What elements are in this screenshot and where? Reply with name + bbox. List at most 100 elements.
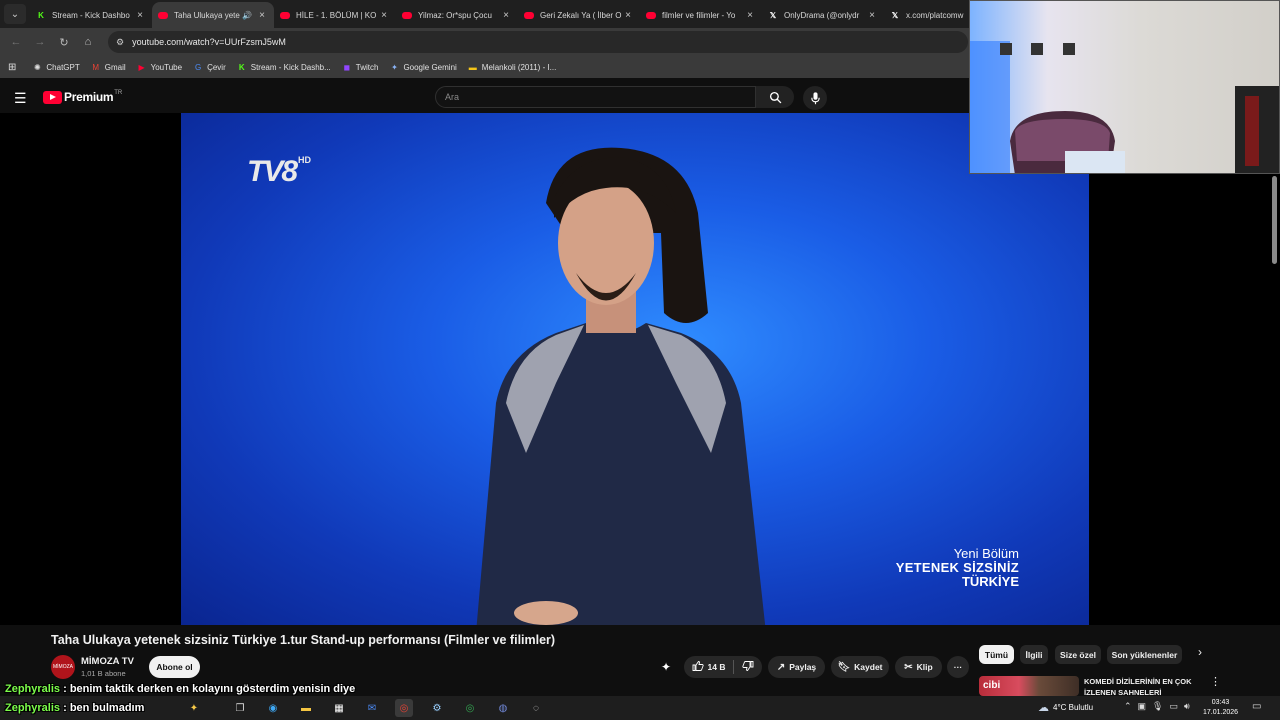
taskbar: ⊞ ✦ ❐ ◉ ▬ ▦ ✉ ◎ ⚙ ◎ ◍ ◌ ☁ 4°C Bulutlu ⌃▣… [0,696,1280,720]
reload-icon[interactable]: ↻ [52,36,76,49]
chatgpt-icon: ✺ [34,62,41,72]
close-icon[interactable]: × [134,10,146,21]
bookmark-gmail[interactable]: M Gmail [91,62,125,72]
tab[interactable]: K Stream - Kick Dashbo × [30,2,152,28]
performer-figure [476,147,766,625]
close-icon[interactable]: × [378,10,390,21]
voice-search-button[interactable] [803,86,827,110]
tab-search-icon[interactable]: ⌄ [4,4,26,24]
share-icon: ↗ [776,661,786,673]
x-icon: 𝕏 [769,10,777,20]
chrome-profile-icon[interactable]: ◎ [461,699,479,717]
video-player[interactable]: TV8 HD Yeni Bölüm YETENEK SİZSİNİZ TÜRKİY… [0,113,1280,625]
subscribe-button[interactable]: Abone ol [149,656,200,678]
search-button[interactable] [756,86,794,108]
close-icon[interactable]: × [744,10,756,21]
site-info-icon[interactable]: ⚙ [116,37,124,48]
show-caption: Yeni Bölüm YETENEK SİZSİNİZ TÜRKİYE [895,546,1019,589]
chip-related[interactable]: İlgili [1020,645,1048,664]
scissors-icon: ✂ [904,661,913,673]
search-input[interactable]: Ara [435,86,756,108]
chrome-icon[interactable]: ◎ [395,699,413,717]
bookmark-translate[interactable]: G Çevir [193,63,226,72]
forward-icon[interactable]: → [28,36,52,48]
share-button[interactable]: ↗ Paylaş [768,656,825,678]
twitch-icon: ◼ [343,62,351,72]
bookmark-chatgpt[interactable]: ✺ ChatGPT [32,62,80,72]
kebab-menu-icon[interactable]: ⋮ [1210,675,1221,688]
youtube-icon [402,10,412,20]
chip-for-you[interactable]: Size özel [1055,645,1101,664]
video-frame[interactable]: TV8 HD Yeni Bölüm YETENEK SİZSİNİZ TÜRKİY… [181,113,1089,625]
chip-all[interactable]: Tümü [979,645,1014,664]
dislike-icon[interactable] [742,660,754,674]
file-explorer-icon[interactable]: ▬ [297,699,315,717]
obs-icon[interactable]: ◌ [527,699,545,717]
more-icon: ··· [953,662,963,672]
kick-icon: K [238,62,245,72]
kick-icon: K [38,10,44,20]
close-icon[interactable]: × [256,10,268,21]
recommendation-title[interactable]: KOMEDİ DİZİLERİNİN EN ÇOK İZLENEN SAHNEL… [1084,676,1204,696]
gemini-icon: ✦ [391,62,398,72]
close-icon[interactable]: × [866,10,878,21]
tab[interactable]: Yilmaz: Or*spu Çocu × [396,2,518,28]
subscriber-count: 1,01 B abone [81,669,126,678]
chat-message: Zephyralis : ben bulmadım [5,702,145,714]
youtube-icon [158,10,168,20]
youtube-icon [43,90,62,104]
chat-message: Zephyralis : benim taktik derken en kola… [5,683,356,695]
weather-widget[interactable]: ☁ 4°C Bulutlu [1038,701,1093,714]
tab-active[interactable]: Taha Ulukaya yete 🔊 × [152,2,274,28]
bookmark-youtube[interactable]: ▶ YouTube [137,62,183,72]
url-input[interactable]: ⚙ youtube.com/watch?v=UUrFzsmJ5wM [108,31,968,53]
youtube-icon: ▶ [138,62,145,72]
back-icon[interactable]: ← [4,36,28,48]
tab[interactable]: Geri Zekalı Ya ( İlber O × [518,2,640,28]
divider [733,660,735,674]
like-icon[interactable] [692,660,704,675]
close-icon[interactable]: × [500,10,512,21]
youtube-logo[interactable]: Premium TR [43,90,122,104]
edge-icon[interactable]: ◉ [264,699,282,717]
recommendation-thumbnail[interactable]: cibi [979,676,1079,696]
store-icon[interactable]: ▦ [330,699,348,717]
clip-button[interactable]: ✂ Klip [895,656,942,678]
bookmark-imdb[interactable]: ▬ Melankoli (2011) - I... [468,63,557,72]
tab[interactable]: HİLE - 1. BÖLÜM | KO × [274,2,396,28]
webcam-overlay [969,0,1280,174]
discord-icon[interactable]: ◍ [494,699,512,717]
webcam-scene [970,41,1279,173]
search-icon [769,91,781,103]
save-button[interactable]: 🔖︎ Kaydet [831,656,889,678]
clock[interactable]: 03:43 17.01.2026 [1203,698,1238,718]
translate-icon: G [194,62,202,72]
system-tray-icons[interactable]: ⌃▣🎙︎▭🔊︎ [1124,701,1196,712]
gmail-icon: M [92,62,100,72]
notification-icon[interactable]: ▭ [1252,701,1261,712]
chevron-right-icon[interactable]: › [1198,645,1202,659]
tab[interactable]: filmler ve filimler - Yo × [640,2,762,28]
more-actions-button[interactable]: ··· [947,656,969,678]
tab[interactable]: 𝕏 OnlyDrama (@onlydr × [762,2,884,28]
bookmark-kick[interactable]: K Stream - Kick Dashb... [237,63,331,72]
steam-icon[interactable]: ⚙ [428,699,446,717]
task-view-icon[interactable]: ❐ [231,699,249,717]
scrollbar-thumb[interactable] [1272,176,1277,264]
close-icon[interactable]: × [622,10,634,21]
copilot-icon[interactable]: ✦ [185,699,203,717]
bookmark-gemini[interactable]: ✦ Google Gemini [389,62,457,72]
channel-name[interactable]: MİMOZA TV [81,656,134,667]
imdb-icon: ▬ [468,62,477,72]
like-dislike-group: 14 B [684,656,762,678]
channel-avatar[interactable]: MİMOZA [51,655,75,679]
bookmark-twitch[interactable]: ◼ Twitch [342,62,378,72]
gem-icon[interactable]: ✦ [661,660,671,674]
apps-icon[interactable]: ⊞ [8,62,16,73]
mail-icon[interactable]: ✉ [363,699,381,717]
chip-recent[interactable]: Son yüklenenler [1107,645,1182,664]
like-count[interactable]: 14 B [708,662,726,672]
speaker-icon[interactable]: 🔊 [242,11,252,20]
menu-icon[interactable]: ☰ [14,90,27,107]
home-icon[interactable]: ⌂ [76,36,100,48]
